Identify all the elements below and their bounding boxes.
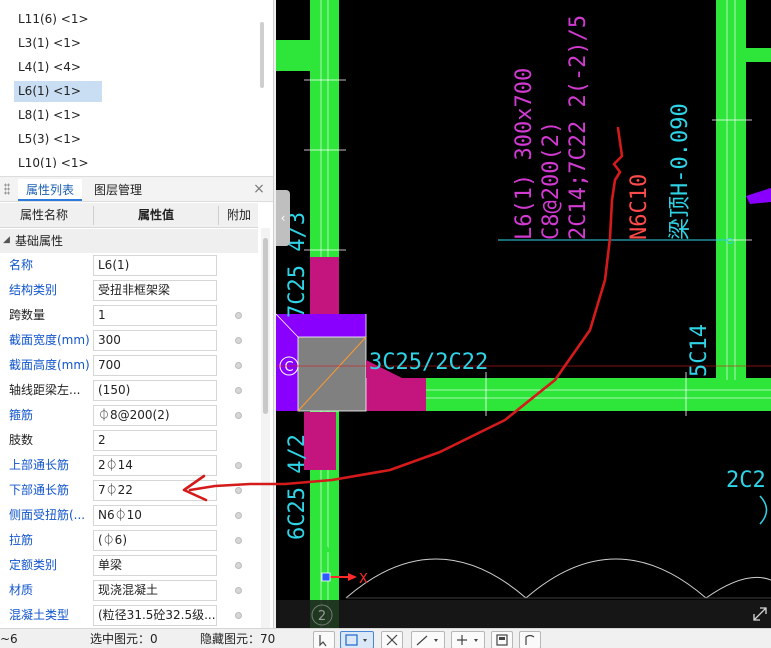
select-pointer-button[interactable] [313,631,335,648]
status-hidden-count: 隐藏图元：70 [200,632,276,646]
add-point-button[interactable] [451,631,485,648]
cross-select-button[interactable] [381,631,403,648]
status-selected-count: 选中图元：0 [90,632,158,646]
status-floor: ~6 [0,632,18,646]
red-arrow-overlay [182,126,624,502]
layer-tool-button[interactable] [491,631,513,648]
rotate-tool-button[interactable] [519,631,541,648]
line-tool-button[interactable] [411,631,445,648]
status-bar: ~6 选中图元：0 隐藏图元：70 [0,628,771,648]
select-box-button[interactable] [340,631,374,648]
